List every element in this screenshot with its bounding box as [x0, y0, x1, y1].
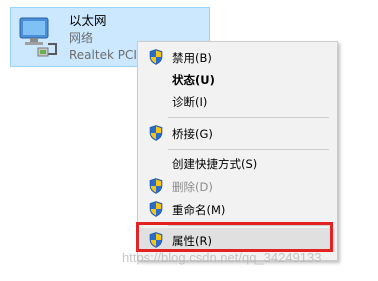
menu-separator [168, 117, 329, 118]
shield-icon [149, 232, 163, 248]
menu-item-properties[interactable]: 属性(R) [140, 228, 335, 252]
shield-icon [149, 201, 163, 217]
adapter-device: Realtek PCIe [69, 48, 145, 62]
menu-item-label: 诊断(I) [172, 95, 208, 109]
adapter-name: 以太网 [69, 13, 107, 28]
menu-separator [168, 149, 329, 150]
menu-item-bridge[interactable]: 桥接(G) [140, 122, 335, 144]
network-adapter-icon [19, 17, 57, 57]
menu-item-rename[interactable]: 重命名(M) [140, 198, 335, 220]
shield-icon [149, 125, 163, 141]
shield-icon [149, 49, 163, 65]
menu-item-delete: 删除(D) [140, 175, 335, 197]
menu-item-label: 桥接(G) [172, 127, 213, 141]
menu-item-status[interactable]: 状态(U) [140, 68, 335, 90]
menu-item-label: 创建快捷方式(S) [172, 157, 258, 171]
adapter-status: 网络 [69, 31, 94, 45]
watermark: https://blog.csdn.net/qq_34249133 [122, 250, 322, 265]
menu-item-label: 属性(R) [172, 234, 212, 248]
menu-item-label: 重命名(M) [172, 203, 226, 217]
menu-item-label: 状态(U) [172, 73, 215, 87]
menu-item-label: 删除(D) [172, 180, 213, 194]
menu-separator [168, 225, 329, 226]
shield-icon [149, 178, 163, 194]
menu-item-diagnose[interactable]: 诊断(I) [140, 90, 335, 112]
menu-item-disable[interactable]: 禁用(B) [140, 46, 335, 68]
menu-item-label: 禁用(B) [172, 51, 212, 65]
context-menu: 禁用(B) 状态(U) 诊断(I) 桥接(G) 创建快捷方式(S) 删除(D) … [137, 41, 338, 261]
menu-item-create-shortcut[interactable]: 创建快捷方式(S) [140, 152, 335, 174]
